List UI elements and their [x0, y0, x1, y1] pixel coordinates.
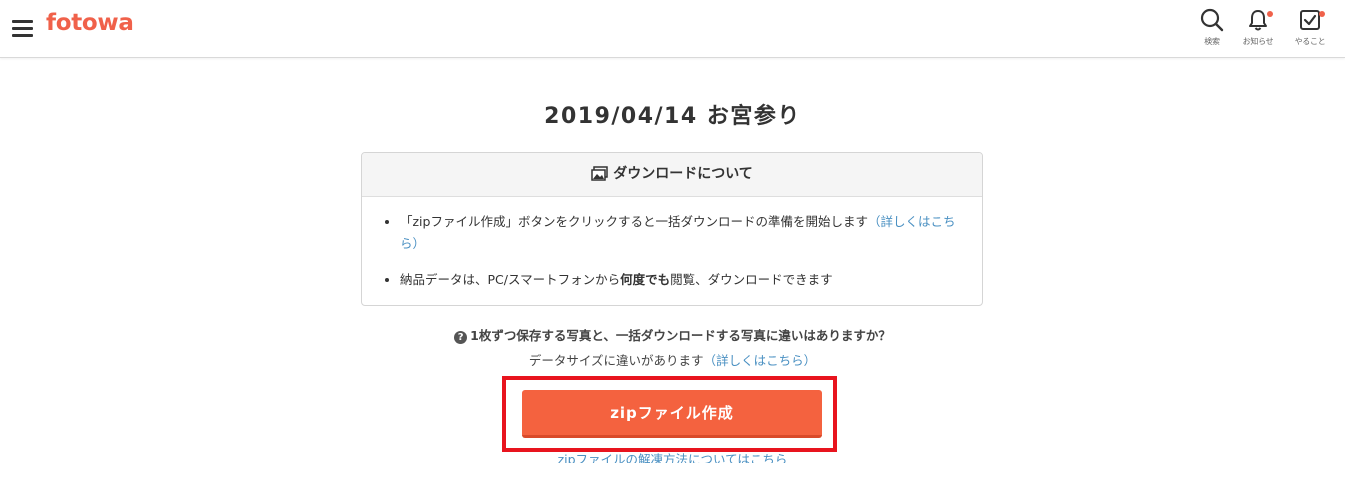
list-item: 「zipファイル作成」ボタンをクリックすると一括ダウンロードの準備を開始します（… — [400, 211, 962, 255]
search-label: 検索 — [1204, 37, 1220, 46]
question-text: 1枚ずつ保存する写真と、一括ダウンロードする写真に違いはありますか？ — [470, 328, 891, 343]
answer-text: データサイズに違いがあります — [528, 353, 704, 368]
todo-badge — [1319, 11, 1325, 17]
item2-text-post: 閲覧、ダウンロードできます — [670, 272, 833, 287]
search-icon — [1200, 8, 1224, 32]
page-title: 2019/04/14 お宮参り — [544, 104, 801, 129]
notification-badge — [1267, 11, 1273, 17]
menu-icon[interactable] — [12, 19, 33, 37]
question-icon: ? — [454, 331, 468, 344]
item2-emphasis: 何度でも — [620, 272, 671, 287]
item1-text: 「zipファイル作成」ボタンをクリックすると一括ダウンロードの準備を開始します — [400, 214, 868, 229]
info-list: 「zipファイル作成」ボタンをクリックすると一括ダウンロードの準備を開始します（… — [362, 197, 982, 291]
notifications-button[interactable]: お知らせ — [1238, 8, 1278, 52]
notifications-label: お知らせ — [1242, 37, 1274, 46]
faq-question: ? 1枚ずつ保存する写真と、一括ダウンロードする写真に違いはありますか？ — [0, 325, 1345, 344]
zip-create-button[interactable]: zipファイル作成 — [522, 390, 822, 438]
panel-header: ダウンロードについて — [362, 153, 982, 197]
panel-heading: ダウンロードについて — [613, 166, 753, 182]
answer-details-link[interactable]: 詳しくはこちら — [716, 353, 804, 368]
todo-button[interactable]: やること — [1290, 8, 1330, 52]
item2-text-pre: 納品データは、PC/スマートフォンから — [400, 272, 621, 287]
search-button[interactable]: 検索 — [1192, 8, 1232, 52]
download-info-panel: ダウンロードについて 「zipファイル作成」ボタンをクリックすると一括ダウンロー… — [361, 152, 983, 306]
faq-answer: データサイズに違いがあります（詳しくはこちら） — [0, 350, 1345, 369]
top-header: fotowa 検索 お知らせ やること — [0, 0, 1345, 58]
unzip-help-link[interactable]: zipファイルの解凍方法についてはこちら — [0, 449, 1345, 463]
paren-open: （ — [703, 353, 717, 368]
fotowa-logo[interactable]: fotowa — [46, 10, 134, 36]
list-item: 納品データは、PC/スマートフォンから何度でも閲覧、ダウンロードできます — [400, 269, 962, 291]
todo-label: やること — [1294, 37, 1326, 46]
image-icon — [591, 156, 608, 199]
paren-close: ） — [803, 353, 817, 368]
